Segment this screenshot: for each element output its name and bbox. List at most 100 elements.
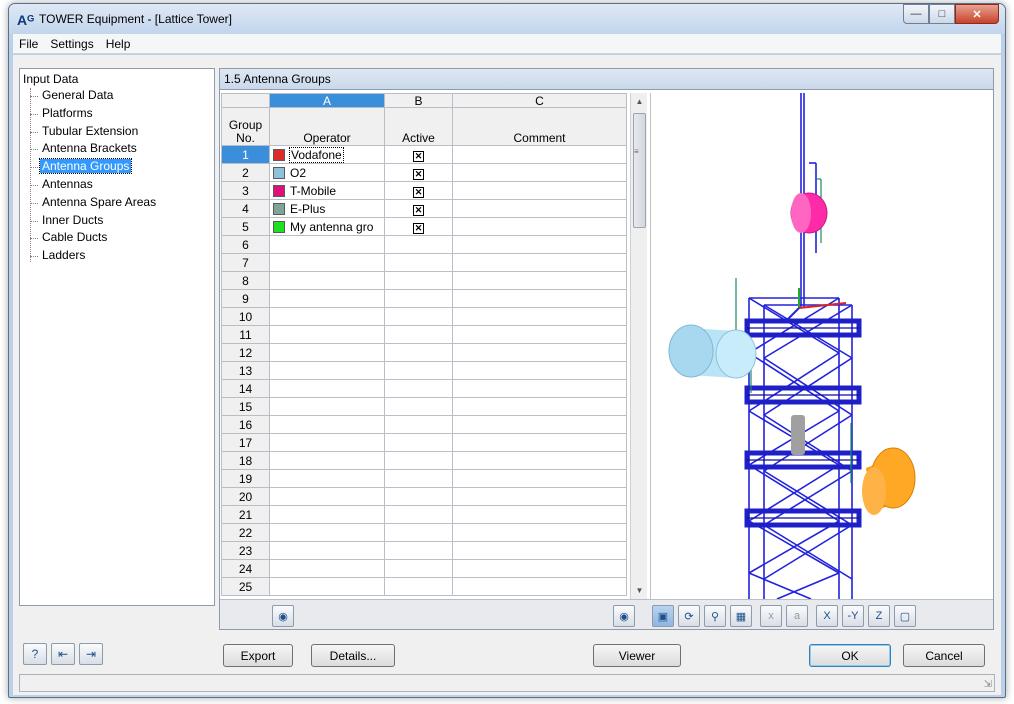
iso-view-icon[interactable]: ▢ <box>894 605 916 627</box>
operator-cell[interactable]: My antenna gro <box>269 217 385 236</box>
comment-cell[interactable] <box>452 181 627 200</box>
operator-cell[interactable]: E-Plus <box>269 199 385 218</box>
active-checkbox[interactable]: ✕ <box>413 150 424 162</box>
operator-cell[interactable]: O2 <box>269 163 385 182</box>
operator-cell[interactable] <box>269 415 385 434</box>
active-cell[interactable]: ✕ <box>384 199 453 218</box>
operator-cell[interactable] <box>269 433 385 452</box>
table-row[interactable]: 11 <box>221 325 627 344</box>
eye-icon[interactable]: ◉ <box>613 605 635 627</box>
row-number[interactable]: 12 <box>221 343 270 362</box>
active-checkbox[interactable]: ✕ <box>413 204 424 216</box>
comment-cell[interactable] <box>452 523 627 542</box>
active-cell[interactable] <box>384 379 453 398</box>
row-number[interactable]: 8 <box>221 271 270 290</box>
rotate-icon[interactable]: ⟳ <box>678 605 700 627</box>
active-cell[interactable] <box>384 577 453 596</box>
row-number[interactable]: 7 <box>221 253 270 272</box>
active-cell[interactable] <box>384 289 453 308</box>
view-y-icon[interactable]: -Y <box>842 605 864 627</box>
row-number[interactable]: 23 <box>221 541 270 560</box>
tree-item-antenna-spare-areas[interactable]: Antenna Spare Areas <box>22 194 214 212</box>
comment-cell[interactable] <box>452 487 627 506</box>
active-cell[interactable] <box>384 487 453 506</box>
active-cell[interactable] <box>384 307 453 326</box>
comment-cell[interactable] <box>452 379 627 398</box>
table-row[interactable]: 23 <box>221 541 627 560</box>
operator-cell[interactable] <box>269 271 385 290</box>
operator-cell[interactable]: T-Mobile <box>269 181 385 200</box>
tree-root-input-data[interactable]: Input Data <box>22 71 214 87</box>
row-number[interactable]: 9 <box>221 289 270 308</box>
row-number[interactable]: 5 <box>221 217 270 236</box>
row-number[interactable]: 19 <box>221 469 270 488</box>
comment-cell[interactable] <box>452 433 627 452</box>
cancel-button[interactable]: Cancel <box>903 644 985 667</box>
comment-cell[interactable] <box>452 541 627 560</box>
comment-cell[interactable] <box>452 271 627 290</box>
col-letter-c[interactable]: C <box>452 93 627 108</box>
tree-item-inner-ducts[interactable]: Inner Ducts <box>22 212 214 230</box>
details-button[interactable]: Details... <box>311 644 395 667</box>
table-row[interactable]: 10 <box>221 307 627 326</box>
table-row[interactable]: 3 T-Mobile ✕ <box>221 181 627 200</box>
row-number[interactable]: 10 <box>221 307 270 326</box>
operator-cell[interactable] <box>269 577 385 596</box>
row-number[interactable]: 13 <box>221 361 270 380</box>
comment-cell[interactable] <box>452 469 627 488</box>
operator-cell[interactable] <box>269 469 385 488</box>
active-cell[interactable] <box>384 433 453 452</box>
render-mode-icon[interactable]: ▣ <box>652 605 674 627</box>
tree-item-ladders[interactable]: Ladders <box>22 247 214 265</box>
tree-item-tubular-extension[interactable]: Tubular Extension <box>22 123 214 141</box>
help-icon[interactable]: ? <box>23 643 47 665</box>
tree-item-antennas[interactable]: Antennas <box>22 176 214 194</box>
operator-cell[interactable] <box>269 487 385 506</box>
operator-cell[interactable] <box>269 307 385 326</box>
active-cell[interactable] <box>384 523 453 542</box>
table-row[interactable]: 9 <box>221 289 627 308</box>
row-number[interactable]: 1 <box>221 145 270 164</box>
active-cell[interactable]: ✕ <box>384 163 453 182</box>
table-row[interactable]: 24 <box>221 559 627 578</box>
dim-a-icon[interactable]: a <box>786 605 808 627</box>
tree-item-cable-ducts[interactable]: Cable Ducts <box>22 229 214 247</box>
active-cell[interactable]: ✕ <box>384 181 453 200</box>
table-row[interactable]: 19 <box>221 469 627 488</box>
active-cell[interactable] <box>384 253 453 272</box>
comment-cell[interactable] <box>452 361 627 380</box>
menu-help[interactable]: Help <box>100 37 137 51</box>
table-row[interactable]: 1 Vodafone ✕ <box>221 145 627 164</box>
row-number[interactable]: 21 <box>221 505 270 524</box>
ok-button[interactable]: OK <box>809 644 891 667</box>
active-checkbox[interactable]: ✕ <box>413 168 424 180</box>
active-cell[interactable] <box>384 343 453 362</box>
active-cell[interactable]: ✕ <box>384 217 453 236</box>
comment-cell[interactable] <box>452 163 627 182</box>
table-row[interactable]: 6 <box>221 235 627 254</box>
operator-cell[interactable] <box>269 325 385 344</box>
tree-item-antenna-groups[interactable]: Antenna Groups <box>22 158 214 176</box>
comment-cell[interactable] <box>452 451 627 470</box>
row-number[interactable]: 17 <box>221 433 270 452</box>
scroll-up-arrow[interactable]: ▲ <box>631 93 648 110</box>
table-row[interactable]: 25 <box>221 577 627 596</box>
operator-cell[interactable] <box>269 289 385 308</box>
table-row[interactable]: 2 O2 ✕ <box>221 163 627 182</box>
comment-cell[interactable] <box>452 415 627 434</box>
view-x-icon[interactable]: X <box>816 605 838 627</box>
row-number[interactable]: 16 <box>221 415 270 434</box>
grid-scrollbar[interactable]: ▲ ≡ ▼ <box>630 93 647 599</box>
col-letter-b[interactable]: B <box>384 93 453 108</box>
table-row[interactable]: 4 E-Plus ✕ <box>221 199 627 218</box>
operator-cell[interactable] <box>269 235 385 254</box>
resize-grip-icon[interactable]: ⇲ <box>984 679 992 690</box>
operator-cell[interactable] <box>269 505 385 524</box>
comment-cell[interactable] <box>452 145 627 164</box>
tree-item-antenna-brackets[interactable]: Antenna Brackets <box>22 140 214 158</box>
operator-cell[interactable] <box>269 253 385 272</box>
export-button[interactable]: Export <box>223 644 293 667</box>
comment-cell[interactable] <box>452 397 627 416</box>
comment-cell[interactable] <box>452 559 627 578</box>
comment-cell[interactable] <box>452 325 627 344</box>
